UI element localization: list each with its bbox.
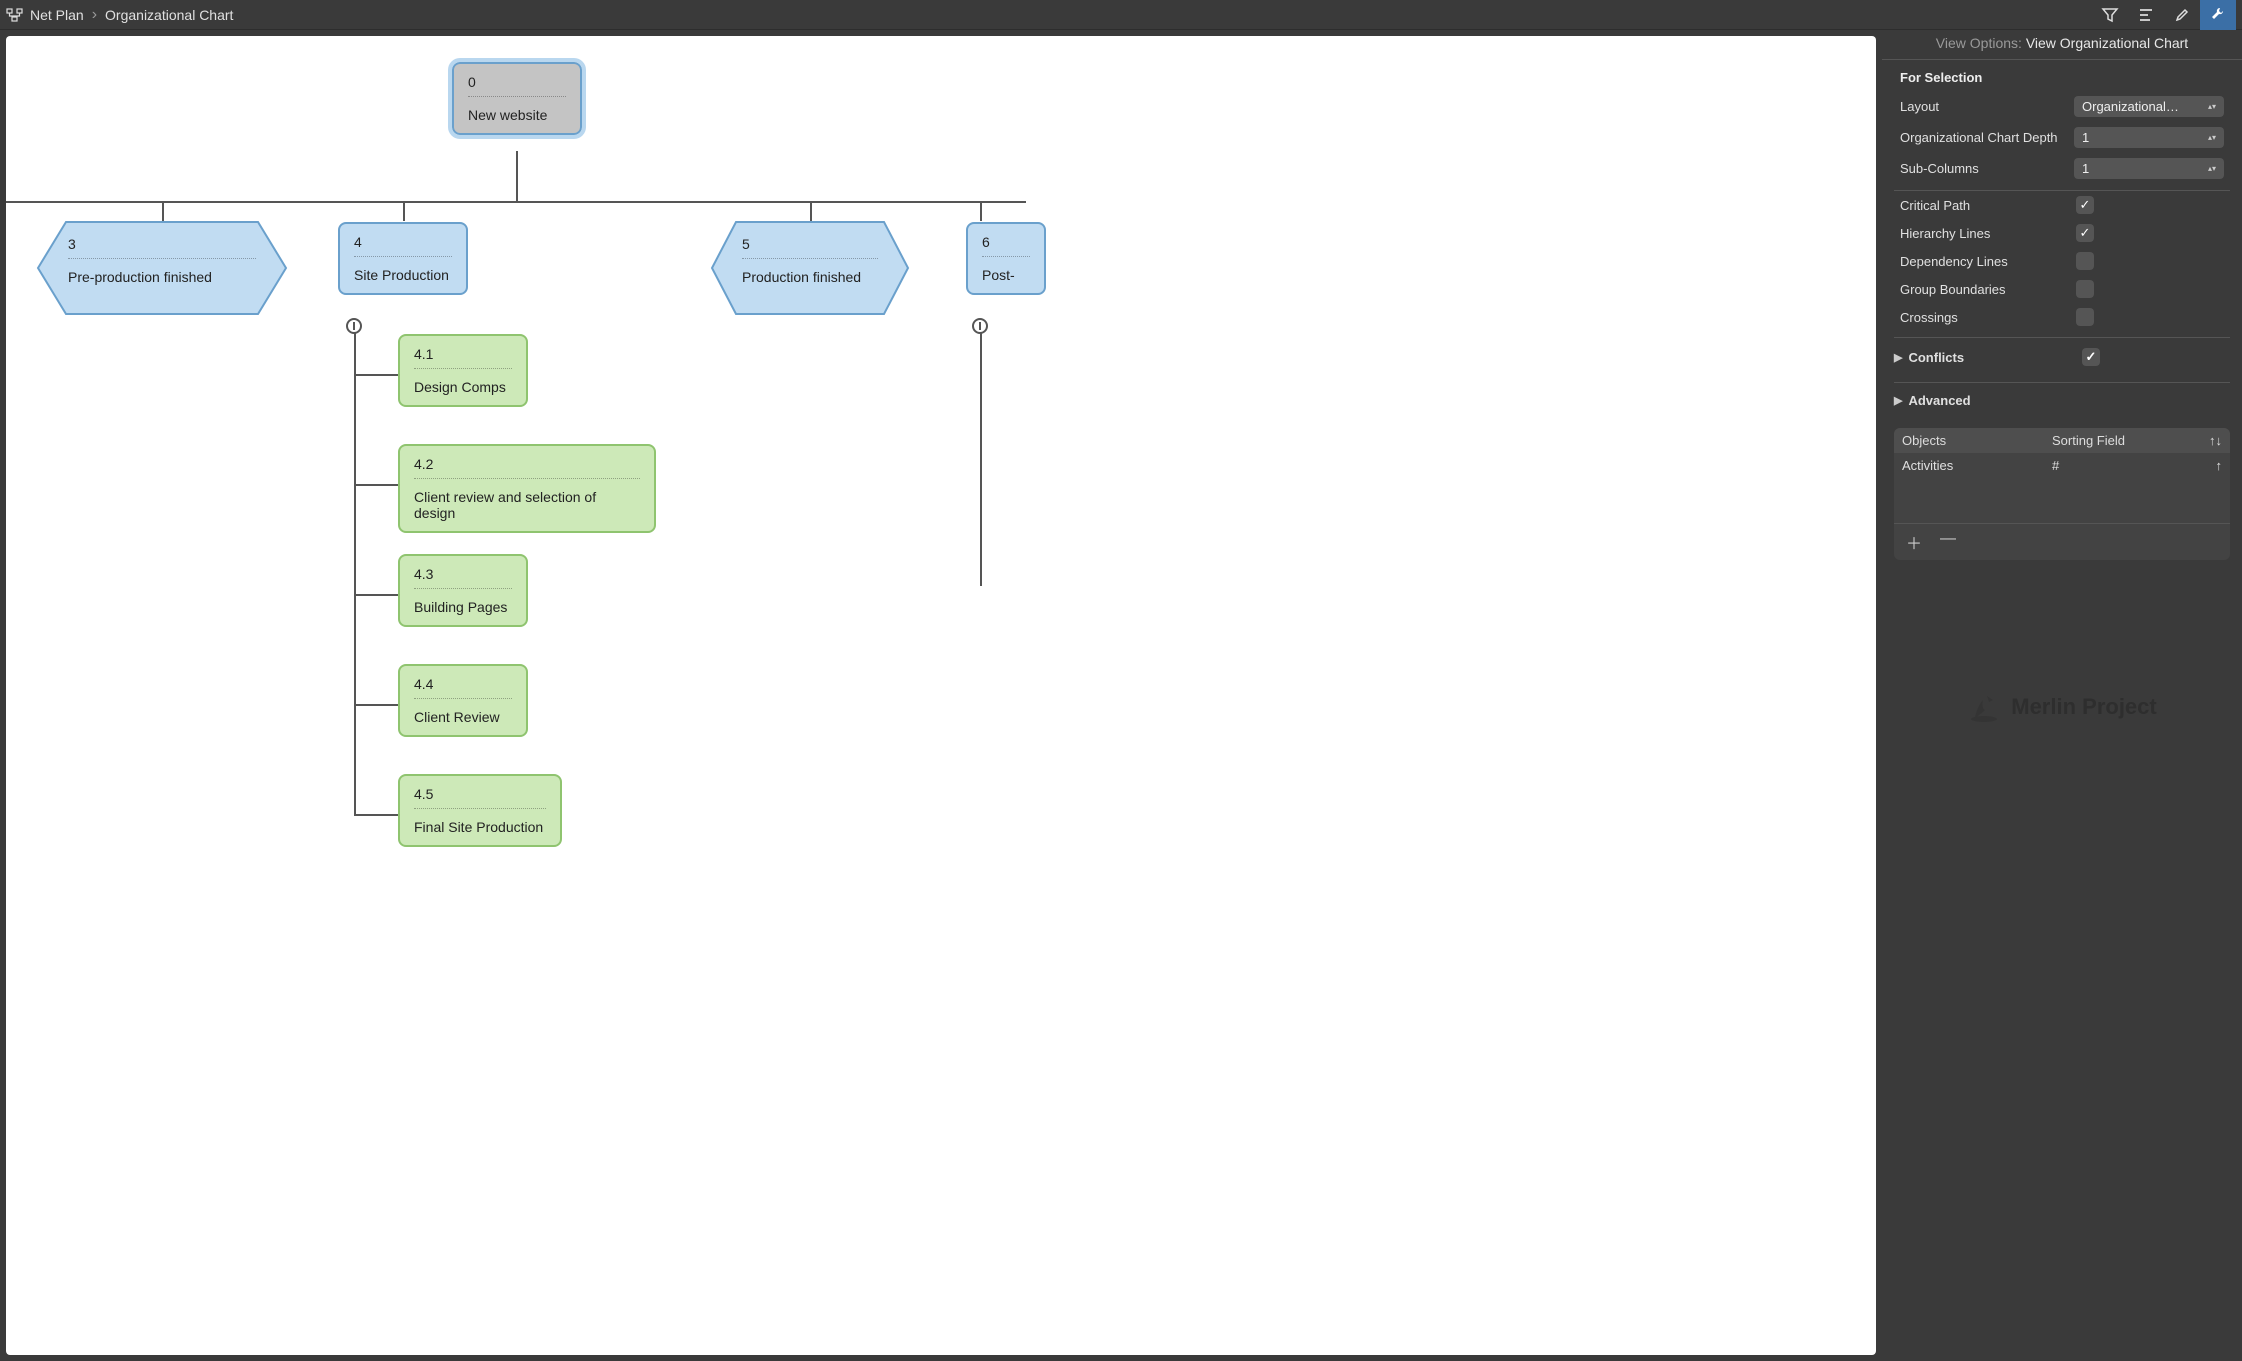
task-node[interactable]: 4.3 Building Pages: [398, 554, 528, 627]
layout-select[interactable]: Organizational… ▴▾: [2074, 96, 2224, 117]
table-row[interactable]: Activities # ↑: [1894, 453, 2230, 478]
updown-icon: ▴▾: [2208, 104, 2216, 109]
group-node[interactable]: 4 Site Production: [338, 222, 468, 295]
node-title: Client Review: [414, 709, 512, 725]
brush-button[interactable]: [2164, 0, 2200, 30]
expand-ring-icon[interactable]: [346, 318, 362, 334]
node-title: Production finished: [742, 269, 878, 285]
node-title: Site Production: [354, 267, 452, 283]
group-boundaries-checkbox[interactable]: ✓: [2076, 280, 2094, 298]
disclosure-triangle-icon: ▶: [1894, 351, 1902, 364]
hierarchy-lines-checkbox[interactable]: ✓: [2076, 224, 2094, 242]
connector: [354, 326, 356, 816]
node-id: 4.4: [414, 676, 512, 699]
node-title: New website: [468, 107, 566, 123]
node-title: Building Pages: [414, 599, 512, 615]
task-node[interactable]: 4.4 Client Review: [398, 664, 528, 737]
connector: [810, 201, 812, 221]
node-id: 4.2: [414, 456, 640, 479]
crossings-label: Crossings: [1900, 310, 2068, 325]
filter-button[interactable]: [2092, 0, 2128, 30]
chevron-right-icon: ›: [92, 6, 97, 24]
task-node[interactable]: 4.5 Final Site Production: [398, 774, 562, 847]
connector: [403, 201, 405, 221]
net-plan-icon: [6, 8, 24, 22]
milestone-node[interactable]: 3 Pre-production finished: [36, 220, 288, 316]
depth-select[interactable]: 1 ▴▾: [2074, 127, 2224, 148]
depth-label: Organizational Chart Depth: [1900, 130, 2066, 145]
inspector-header: View Options: View Organizational Chart: [1882, 30, 2242, 60]
connector: [354, 704, 398, 706]
org-chart-canvas[interactable]: 0 New website 3 Pre-production finished …: [6, 36, 1876, 1355]
align-button[interactable]: [2128, 0, 2164, 30]
node-title: Post-: [982, 267, 1030, 283]
advanced-row[interactable]: ▶ Advanced: [1882, 383, 2242, 418]
node-id: 5: [742, 236, 878, 259]
col-direction[interactable]: ↑↓: [2194, 428, 2230, 453]
updown-icon: ▴▾: [2208, 135, 2216, 140]
node-id: 0: [468, 74, 566, 97]
task-node[interactable]: 4.2 Client review and selection of desig…: [398, 444, 656, 533]
connector: [354, 374, 398, 376]
dependency-lines-checkbox[interactable]: ✓: [2076, 252, 2094, 270]
connector: [980, 326, 982, 586]
inspector-panel: View Options: View Organizational Chart …: [1882, 30, 2242, 1361]
group-boundaries-label: Group Boundaries: [1900, 282, 2068, 297]
node-id: 4.1: [414, 346, 512, 369]
breadcrumb: Net Plan › Organizational Chart: [6, 6, 233, 24]
disclosure-triangle-icon: ▶: [1894, 394, 1902, 407]
subcols-label: Sub-Columns: [1900, 161, 2066, 176]
brand-watermark: Merlin Project: [1882, 570, 2242, 744]
section-for-selection: For Selection: [1882, 60, 2242, 91]
wrench-button[interactable]: [2200, 0, 2236, 30]
conflicts-checkbox[interactable]: ✓: [2082, 348, 2100, 366]
group-node[interactable]: 6 Post-: [966, 222, 1046, 295]
connector: [516, 151, 518, 201]
crossings-checkbox[interactable]: ✓: [2076, 308, 2094, 326]
sorting-table: Objects Sorting Field ↑↓ Activities # ↑ …: [1894, 428, 2230, 560]
expand-ring-icon[interactable]: [972, 318, 988, 334]
connector: [6, 201, 1026, 203]
connector: [354, 594, 398, 596]
connector: [162, 201, 164, 221]
breadcrumb-root[interactable]: Net Plan: [30, 7, 84, 23]
col-objects[interactable]: Objects: [1894, 428, 2044, 453]
node-title: Client review and selection of design: [414, 489, 640, 521]
node-id: 4.5: [414, 786, 546, 809]
critical-path-label: Critical Path: [1900, 198, 2068, 213]
subcols-select[interactable]: 1 ▴▾: [2074, 158, 2224, 179]
connector: [354, 814, 398, 816]
hierarchy-lines-label: Hierarchy Lines: [1900, 226, 2068, 241]
conflicts-row[interactable]: ▶ Conflicts ✓: [1882, 338, 2242, 376]
remove-button[interactable]: —: [1940, 530, 1956, 554]
breadcrumb-current[interactable]: Organizational Chart: [105, 7, 233, 23]
root-node[interactable]: 0 New website: [452, 62, 582, 135]
node-title: Design Comps: [414, 379, 512, 395]
updown-icon: ▴▾: [2208, 166, 2216, 171]
dependency-lines-label: Dependency Lines: [1900, 254, 2068, 269]
milestone-node[interactable]: 5 Production finished: [710, 220, 910, 316]
node-id: 3: [68, 236, 256, 259]
node-id: 6: [982, 234, 1030, 257]
node-title: Final Site Production: [414, 819, 546, 835]
col-sorting[interactable]: Sorting Field: [2044, 428, 2194, 453]
node-id: 4.3: [414, 566, 512, 589]
node-title: Pre-production finished: [68, 269, 256, 285]
critical-path-checkbox[interactable]: ✓: [2076, 196, 2094, 214]
task-node[interactable]: 4.1 Design Comps: [398, 334, 528, 407]
connector: [980, 201, 982, 221]
add-button[interactable]: ＋: [1906, 530, 1922, 554]
layout-label: Layout: [1900, 99, 2066, 114]
merlin-logo-icon: [1967, 690, 2001, 724]
connector: [354, 484, 398, 486]
node-id: 4: [354, 234, 452, 257]
